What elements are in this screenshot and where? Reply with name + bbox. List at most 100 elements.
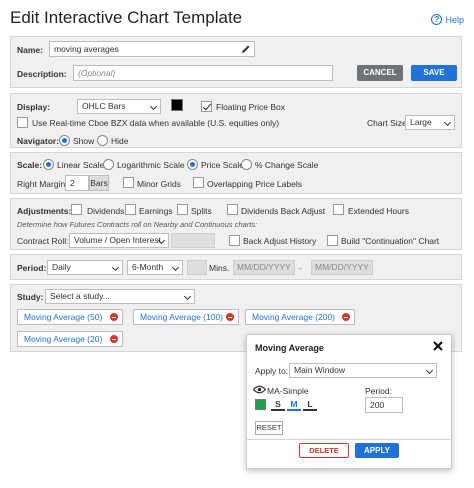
study-chip-label: Moving Average (200): [252, 312, 336, 322]
scale-panel: Scale: Linear Scale Logarithmic Scale Pr…: [10, 152, 462, 194]
back-adjust-history-checkbox[interactable]: [229, 235, 240, 246]
study-select-placeholder: Select a study...: [50, 291, 110, 301]
dividends-back-adjust-label: Dividends Back Adjust: [241, 206, 326, 216]
adjustments-label: Adjustments:: [17, 206, 72, 216]
right-margin-label: Right Margin: [17, 179, 66, 189]
popup-title: Moving Average: [255, 343, 324, 353]
period-input[interactable]: 200: [365, 397, 403, 413]
period-select[interactable]: Daily: [47, 260, 123, 275]
contract-roll-select[interactable]: Volume / Open Interest: [69, 233, 169, 248]
display-label: Display:: [17, 102, 51, 112]
minor-grids-label: Minor Grids: [137, 179, 181, 189]
pct-change-scale-label: % Change Scale: [255, 160, 319, 170]
study-select[interactable]: Select a study...: [45, 289, 195, 304]
log-scale-radio[interactable]: [103, 159, 114, 170]
scale-label: Scale:: [17, 160, 43, 170]
minus-circle-icon[interactable]: [110, 313, 118, 321]
chart-type-select[interactable]: OHLC Bars: [77, 99, 161, 114]
floating-price-box-label: Floating Price Box: [216, 102, 285, 112]
chart-type-value: OHLC Bars: [82, 101, 126, 111]
study-chip-label: Moving Average (50): [24, 312, 103, 322]
series-name: MA-Simple: [267, 386, 309, 396]
realtime-checkbox[interactable]: [17, 117, 28, 128]
name-description-panel: Name: moving averages Description: (Opti…: [10, 36, 462, 88]
pct-change-scale-radio[interactable]: [241, 159, 252, 170]
dividends-checkbox[interactable]: [71, 204, 82, 215]
dividends-back-adjust-checkbox[interactable]: [227, 204, 238, 215]
price-scale-radio[interactable]: [187, 159, 198, 170]
moving-average-popup: Moving Average Apply to: Main Window MA-…: [246, 334, 452, 469]
size-m-button[interactable]: M: [287, 399, 301, 411]
overlapping-labels-checkbox[interactable]: [193, 177, 204, 188]
series-color-swatch[interactable]: [255, 399, 266, 410]
contract-roll-value: Volume / Open Interest: [74, 235, 161, 245]
cancel-button[interactable]: CANCEL: [357, 65, 403, 81]
size-l-button[interactable]: L: [303, 399, 317, 411]
study-label: Study:: [17, 292, 44, 302]
study-chip-label: Moving Average (20): [24, 334, 103, 344]
minus-circle-icon[interactable]: [226, 313, 234, 321]
splits-label: Splits: [191, 206, 212, 216]
earnings-checkbox[interactable]: [125, 204, 136, 215]
study-chip[interactable]: Moving Average (20): [17, 331, 123, 347]
navigator-label: Navigator:: [17, 136, 60, 146]
minor-grids-checkbox[interactable]: [123, 177, 134, 188]
page-title: Edit Interactive Chart Template: [10, 8, 243, 27]
apply-to-select[interactable]: Main Window: [289, 363, 437, 378]
study-chip-label: Moving Average (100): [140, 312, 224, 322]
size-s-button[interactable]: S: [271, 399, 285, 411]
delete-button[interactable]: DELETE: [299, 443, 349, 458]
help-label: Help: [445, 14, 464, 25]
overlapping-labels-label: Overlapping Price Labels: [207, 179, 302, 189]
chart-size-value: Large: [410, 117, 432, 127]
log-scale-label: Logarithmic Scale: [117, 160, 185, 170]
bar-color-swatch[interactable]: [171, 99, 183, 111]
apply-to-value: Main Window: [294, 365, 346, 375]
description-label: Description:: [17, 69, 67, 79]
range-select[interactable]: 6-Month: [127, 260, 183, 275]
question-circle-icon: ?: [431, 14, 443, 25]
earnings-label: Earnings: [139, 206, 173, 216]
close-icon[interactable]: [433, 341, 443, 351]
pencil-icon[interactable]: [241, 44, 251, 54]
minutes-input[interactable]: [187, 260, 207, 275]
right-margin-input[interactable]: 2: [65, 175, 89, 191]
dividends-label: Dividends: [87, 206, 125, 216]
navigator-hide-label: Hide: [111, 136, 129, 146]
help-link[interactable]: ? Help: [431, 14, 464, 25]
back-adjust-history-label: Back Adjust History: [243, 236, 317, 246]
right-margin-unit: Bars: [89, 175, 109, 191]
study-chip[interactable]: Moving Average (200): [245, 309, 355, 325]
extended-hours-checkbox[interactable]: [333, 204, 344, 215]
study-chip[interactable]: Moving Average (50): [17, 309, 123, 325]
eye-icon[interactable]: [252, 385, 267, 394]
name-input[interactable]: moving averages: [49, 41, 255, 57]
navigator-show-label: Show: [73, 136, 95, 146]
navigator-hide-radio[interactable]: [97, 135, 108, 146]
name-label: Name:: [17, 45, 43, 55]
realtime-label: Use Real-time Cboe BZX data when availab…: [32, 118, 280, 128]
minus-circle-icon[interactable]: [110, 335, 118, 343]
price-scale-label: Price Scale: [201, 160, 244, 170]
date-from-input[interactable]: MM/DD/YYYY: [233, 260, 295, 275]
study-chip[interactable]: Moving Average (100): [133, 309, 239, 325]
linear-scale-label: Linear Scale: [57, 160, 105, 170]
chart-size-select[interactable]: Large: [405, 115, 455, 130]
period-panel: Period: Daily 6-Month Mins. MM/DD/YYYY -…: [10, 254, 462, 280]
period-label: Period:: [365, 386, 392, 396]
reset-button[interactable]: RESET: [255, 421, 283, 435]
description-input[interactable]: (Optional): [73, 65, 333, 81]
navigator-show-radio[interactable]: [59, 135, 70, 146]
minutes-label: Mins.: [209, 263, 230, 273]
linear-scale-radio[interactable]: [43, 159, 54, 170]
splits-checkbox[interactable]: [177, 204, 188, 215]
period-label: Period:: [17, 263, 47, 273]
minus-circle-icon[interactable]: [342, 313, 350, 321]
save-button[interactable]: SAVE: [411, 65, 457, 81]
floating-price-box-checkbox[interactable]: [201, 101, 212, 112]
apply-button[interactable]: APPLY: [355, 443, 399, 458]
date-to-input[interactable]: MM/DD/YYYY: [311, 260, 373, 275]
adjustments-panel: Adjustments: Dividends Earnings Splits D…: [10, 198, 462, 250]
build-continuation-checkbox[interactable]: [327, 235, 338, 246]
contract-roll-extra-field[interactable]: [171, 233, 215, 248]
